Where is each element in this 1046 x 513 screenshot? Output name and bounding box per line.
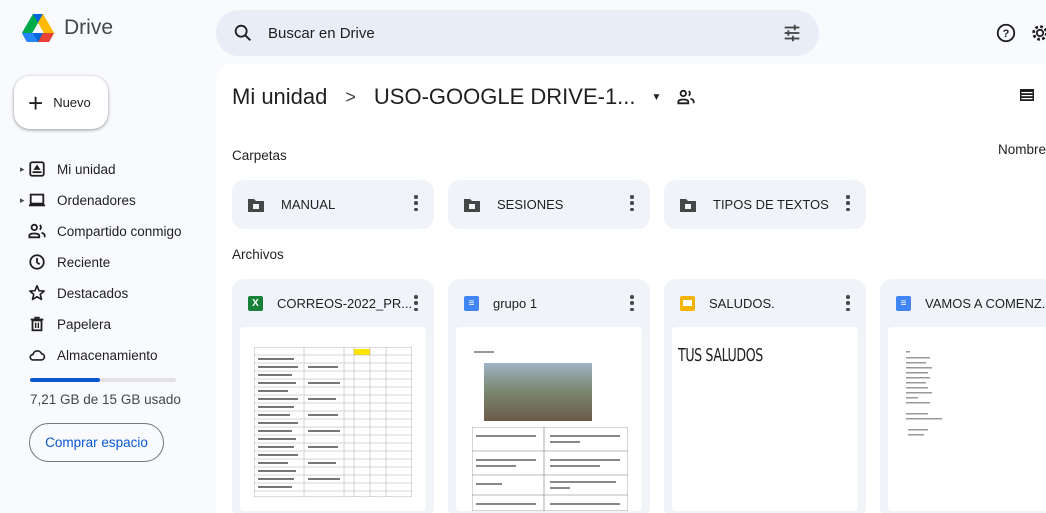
folder-card[interactable]: MANUAL (232, 180, 434, 229)
more-options-icon[interactable] (846, 295, 850, 311)
files-heading: Archivos (232, 247, 284, 262)
sidebar-item-label: Ordenadores (57, 192, 136, 208)
sidebar-item-starred[interactable]: Destacados (0, 278, 210, 308)
plus-icon: + (28, 87, 44, 118)
breadcrumb-separator: > (345, 86, 356, 107)
sidebar-item-computers[interactable]: ▸ Ordenadores (0, 185, 210, 215)
folder-card[interactable]: TIPOS DE TEXTOS (664, 180, 866, 229)
svg-text:?: ? (1003, 28, 1010, 40)
drive-logo[interactable]: Drive (22, 14, 113, 42)
breadcrumb-root[interactable]: Mi unidad (232, 84, 327, 110)
list-view-icon[interactable] (1020, 88, 1034, 102)
spreadsheet-preview (254, 347, 412, 497)
storage-bar-fill (30, 378, 101, 382)
sidebar-item-label: Destacados (57, 285, 129, 301)
shared-icon (28, 223, 46, 239)
sidebar-item-trash[interactable]: Papelera (0, 309, 210, 339)
sidebar-item-label: Reciente (57, 254, 111, 270)
storage-usage-text: 7,21 GB de 15 GB usado (30, 392, 181, 407)
more-options-icon[interactable] (846, 195, 850, 211)
file-thumbnail (888, 327, 1046, 511)
file-thumbnail (240, 327, 426, 511)
storage-bar (30, 378, 176, 382)
folder-name: TIPOS DE TEXTOS (713, 197, 829, 212)
text-preview (906, 351, 942, 436)
sidebar-item-label: Papelera (57, 316, 112, 332)
more-options-icon[interactable] (630, 195, 634, 211)
expand-icon[interactable]: ▸ (20, 164, 25, 175)
folder-icon (248, 198, 264, 212)
sidebar-item-shared[interactable]: Compartido conmigo (0, 216, 210, 246)
file-card[interactable]: X CORREOS-2022_PR... (232, 279, 434, 513)
sidebar-item-label: Mi unidad (57, 161, 116, 177)
breadcrumb-current[interactable]: USO-GOOGLE DRIVE-1... (374, 84, 636, 110)
folder-icon (464, 198, 480, 212)
more-options-icon[interactable] (414, 295, 418, 311)
file-card[interactable]: ≡ grupo 1 (448, 279, 650, 513)
sidebar-item-storage[interactable]: Almacenamiento (0, 340, 210, 370)
help-icon[interactable]: ? (995, 22, 1017, 44)
more-options-icon[interactable] (630, 295, 634, 311)
search-input[interactable]: Buscar en Drive (268, 25, 375, 42)
sidebar-item-label: Almacenamiento (57, 347, 158, 363)
breadcrumb: Mi unidad > USO-GOOGLE DRIVE-1... ▼ (232, 84, 695, 110)
drive-logo-icon (22, 14, 54, 42)
more-options-icon[interactable] (414, 195, 418, 211)
sidebar-item-label: Compartido conmigo (57, 223, 182, 239)
gear-icon[interactable] (1029, 22, 1046, 44)
file-name: VAMOS A COMENZ... (925, 295, 1046, 311)
folder-card[interactable]: SESIONES (448, 180, 650, 229)
star-icon (28, 284, 46, 301)
docs-icon: ≡ (896, 295, 911, 311)
file-card[interactable]: SALUDOS. TUS SALUDOS (664, 279, 866, 513)
search-options-icon[interactable] (781, 22, 803, 44)
dropdown-arrow-icon[interactable]: ▼ (652, 92, 662, 103)
recent-icon (29, 254, 45, 270)
folder-icon (680, 198, 696, 212)
expand-icon[interactable]: ▸ (20, 195, 25, 206)
my-drive-icon (29, 161, 45, 177)
file-card[interactable]: ≡ VAMOS A COMENZ... (880, 279, 1046, 513)
table-preview (472, 427, 628, 511)
cloud-icon (29, 350, 46, 361)
sheets-icon: X (248, 295, 263, 311)
slide-title-preview: TUS SALUDOS (678, 345, 763, 366)
folder-name: SESIONES (497, 197, 564, 212)
search-bar[interactable]: Buscar en Drive (216, 10, 819, 56)
search-icon[interactable] (232, 22, 254, 44)
file-name: CORREOS-2022_PR... (277, 295, 413, 311)
folders-heading: Carpetas (232, 148, 287, 163)
folder-name: MANUAL (281, 197, 336, 212)
docs-icon: ≡ (464, 295, 479, 311)
sort-by-name[interactable]: Nombre (998, 142, 1046, 157)
new-button-label: Nuevo (53, 95, 91, 110)
photo-preview (484, 363, 592, 421)
shared-folder-icon[interactable] (677, 88, 695, 106)
trash-icon (30, 316, 44, 332)
sidebar-item-recent[interactable]: Reciente (0, 247, 210, 277)
main-content: Mi unidad > USO-GOOGLE DRIVE-1... ▼ Carp… (216, 64, 1046, 513)
app-name: Drive (64, 16, 114, 39)
slides-icon (680, 295, 695, 311)
new-button[interactable]: + Nuevo (14, 76, 108, 129)
file-thumbnail (456, 327, 642, 511)
sidebar-item-my-drive[interactable]: ▸ Mi unidad (0, 154, 210, 184)
file-name: grupo 1 (493, 295, 538, 311)
file-name: SALUDOS. (709, 295, 775, 311)
buy-storage-button[interactable]: Comprar espacio (29, 423, 164, 462)
computers-icon (28, 193, 46, 207)
file-thumbnail: TUS SALUDOS (672, 327, 858, 511)
